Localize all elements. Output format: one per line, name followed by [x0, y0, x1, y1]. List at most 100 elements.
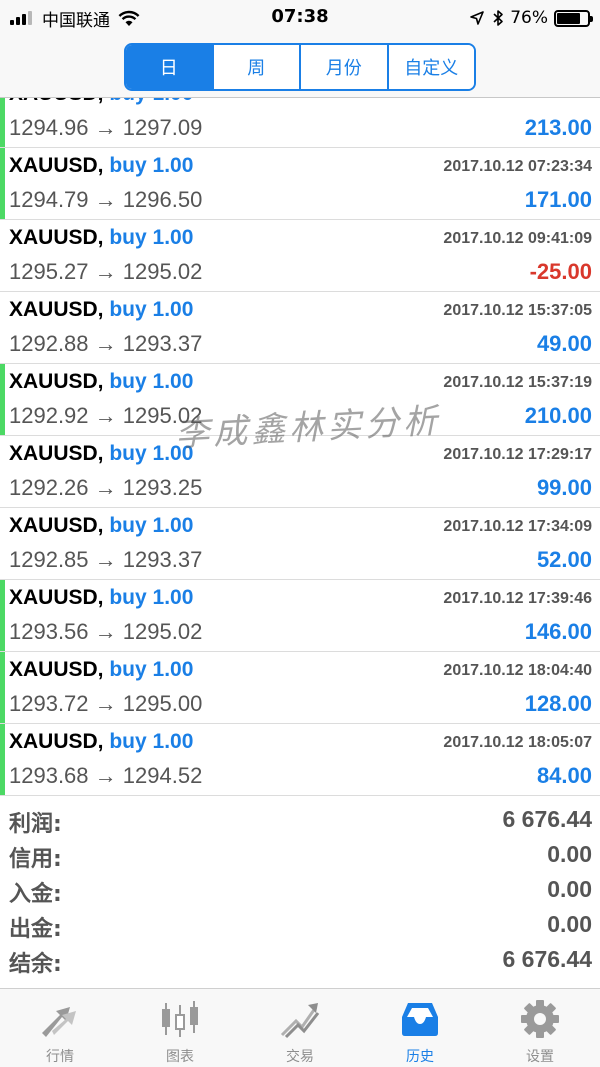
summary-label: 信用: — [9, 847, 62, 872]
deal-row[interactable]: XAUUSD, buy 1.00 1294.96 → 1297.09 213.00 — [0, 98, 600, 148]
deal-prices: 1292.26 → 1293.25 — [9, 475, 202, 501]
history-inbox-icon — [402, 1003, 438, 1036]
deal-title: XAUUSD, buy 1.00 — [9, 298, 193, 322]
deal-title: XAUUSD, buy 1.00 — [9, 98, 193, 106]
tab-history[interactable]: 历史 — [360, 989, 480, 1067]
deal-time: 2017.10.12 15:37:05 — [443, 302, 592, 319]
deal-row[interactable]: XAUUSD, buy 1.00 2017.10.12 15:37:05 1292.… — [0, 292, 600, 364]
deal-profit: 128.00 — [524, 691, 592, 716]
summary-row: 信用: 0.00 — [0, 839, 600, 873]
deal-prices: 1293.56 → 1295.02 — [9, 619, 202, 645]
arrow-right-icon: → — [94, 331, 117, 356]
deal-symbol: XAUUSD, — [9, 442, 104, 465]
deal-open-price: 1293.68 — [9, 763, 89, 788]
deal-time: 2017.10.12 18:04:40 — [443, 662, 592, 679]
account-summary: 利润: 6 676.44 信用: 0.00 入金: 0.00 出金: 0.00 结余: 6 676… — [0, 796, 600, 988]
deal-marker — [0, 580, 5, 651]
deal-open-price: 1292.26 — [9, 475, 89, 500]
deal-open-price: 1295.27 — [9, 259, 89, 284]
summary-label: 入金: — [9, 882, 62, 907]
deal-title: XAUUSD, buy 1.00 — [9, 514, 193, 538]
deal-side-volume: buy 1.00 — [109, 226, 194, 249]
tab-trade-label: 交易 — [286, 1049, 314, 1065]
tab-settings[interactable]: 设置 — [480, 989, 600, 1067]
deal-symbol: XAUUSD, — [9, 154, 104, 177]
tab-history-label: 历史 — [406, 1049, 434, 1065]
tab-chart-label: 图表 — [166, 1049, 194, 1065]
deal-side-volume: buy 1.00 — [109, 98, 193, 105]
bluetooth-icon — [493, 10, 504, 26]
period-segmented-control: 日 周 月份 自定义 — [124, 43, 476, 91]
deal-time: 2017.10.12 15:37:19 — [443, 374, 592, 391]
deal-profit: 146.00 — [524, 619, 592, 644]
deal-title: XAUUSD, buy 1.00 — [9, 154, 193, 178]
deal-open-price: 1292.88 — [9, 331, 89, 356]
deal-prices: 1294.79 → 1296.50 — [9, 187, 202, 213]
deal-side-volume: buy 1.00 — [109, 730, 194, 753]
arrow-right-icon: → — [94, 619, 117, 644]
summary-value: 6 676.44 — [502, 806, 592, 832]
deal-symbol: XAUUSD, — [9, 586, 104, 609]
deal-row[interactable]: XAUUSD, buy 1.00 2017.10.12 17:39:46 1293.… — [0, 580, 600, 652]
deal-time: 2017.10.12 17:39:46 — [443, 590, 592, 607]
deal-open-price: 1292.85 — [9, 547, 89, 572]
deal-close-price: 1296.50 — [122, 187, 203, 212]
deal-side-volume: buy 1.00 — [109, 586, 194, 609]
deal-row[interactable]: XAUUSD, buy 1.00 2017.10.12 07:23:34 1294.… — [0, 148, 600, 220]
deal-row[interactable]: XAUUSD, buy 1.00 2017.10.12 18:05:07 1293.… — [0, 724, 600, 796]
summary-value: 0.00 — [547, 876, 592, 902]
deal-symbol: XAUUSD, — [9, 730, 104, 753]
deal-symbol: XAUUSD, — [9, 370, 104, 393]
summary-row: 利润: 6 676.44 — [0, 804, 600, 838]
deal-profit: 171.00 — [524, 187, 592, 212]
period-tab-week[interactable]: 周 — [213, 45, 301, 89]
deal-time: 2017.10.12 09:41:09 — [443, 230, 592, 247]
battery-percent: 76% — [510, 8, 548, 28]
deal-prices: 1295.27 → 1295.02 — [9, 259, 202, 285]
arrow-right-icon: → — [94, 763, 117, 788]
deal-row[interactable]: XAUUSD, buy 1.00 2017.10.12 17:34:09 1292.… — [0, 508, 600, 580]
deal-prices: 1293.72 → 1295.00 — [9, 691, 202, 717]
deal-title: XAUUSD, buy 1.00 — [9, 226, 193, 250]
deal-row[interactable]: XAUUSD, buy 1.00 2017.10.12 18:04:40 1293.… — [0, 652, 600, 724]
deal-profit: 49.00 — [536, 331, 592, 356]
summary-label: 出金: — [9, 917, 62, 942]
arrow-right-icon: → — [94, 691, 117, 716]
period-tab-month[interactable]: 月份 — [301, 45, 389, 89]
period-tab-custom[interactable]: 自定义 — [388, 45, 474, 89]
deal-prices: 1294.96 → 1297.09 — [9, 115, 202, 141]
trade-trend-icon — [280, 1003, 320, 1039]
deal-title: XAUUSD, buy 1.00 — [9, 370, 193, 394]
deal-row[interactable]: XAUUSD, buy 1.00 2017.10.12 09:41:09 1295.… — [0, 220, 600, 292]
deal-profit: 99.00 — [536, 475, 592, 500]
deal-profit: 84.00 — [536, 763, 592, 788]
deal-title: XAUUSD, buy 1.00 — [9, 442, 193, 466]
deal-side-volume: buy 1.00 — [109, 298, 194, 321]
period-tab-day[interactable]: 日 — [126, 45, 214, 89]
summary-row: 出金: 0.00 — [0, 909, 600, 943]
tab-chart[interactable]: 图表 — [120, 989, 240, 1067]
tab-trade[interactable]: 交易 — [240, 989, 360, 1067]
deal-prices: 1293.68 → 1294.52 — [9, 763, 202, 789]
battery-level — [557, 12, 580, 24]
deal-marker — [0, 364, 5, 435]
tab-quotes[interactable]: 行情 — [0, 989, 120, 1067]
summary-label: 利润: — [9, 812, 62, 837]
deal-time: 2017.10.12 17:29:17 — [443, 446, 592, 463]
deal-title: XAUUSD, buy 1.00 — [9, 586, 193, 610]
deal-side-volume: buy 1.00 — [109, 514, 194, 537]
candlestick-chart-icon — [162, 1001, 198, 1037]
summary-row: 入金: 0.00 — [0, 874, 600, 908]
deal-close-price: 1294.52 — [122, 763, 203, 788]
deal-time: 2017.10.12 18:05:07 — [443, 734, 592, 751]
summary-row: 结余: 6 676.44 — [0, 944, 600, 978]
deal-title: XAUUSD, buy 1.00 — [9, 730, 193, 754]
deal-marker — [0, 148, 5, 219]
deal-time: 2017.10.12 17:34:09 — [443, 518, 592, 535]
deal-close-price: 1293.37 — [122, 547, 203, 572]
deal-side-volume: buy 1.00 — [109, 370, 194, 393]
deal-open-price: 1294.96 — [9, 115, 89, 140]
summary-label: 结余: — [9, 952, 62, 977]
summary-value: 6 676.44 — [502, 946, 592, 972]
quotes-arrows-icon — [42, 1007, 76, 1037]
